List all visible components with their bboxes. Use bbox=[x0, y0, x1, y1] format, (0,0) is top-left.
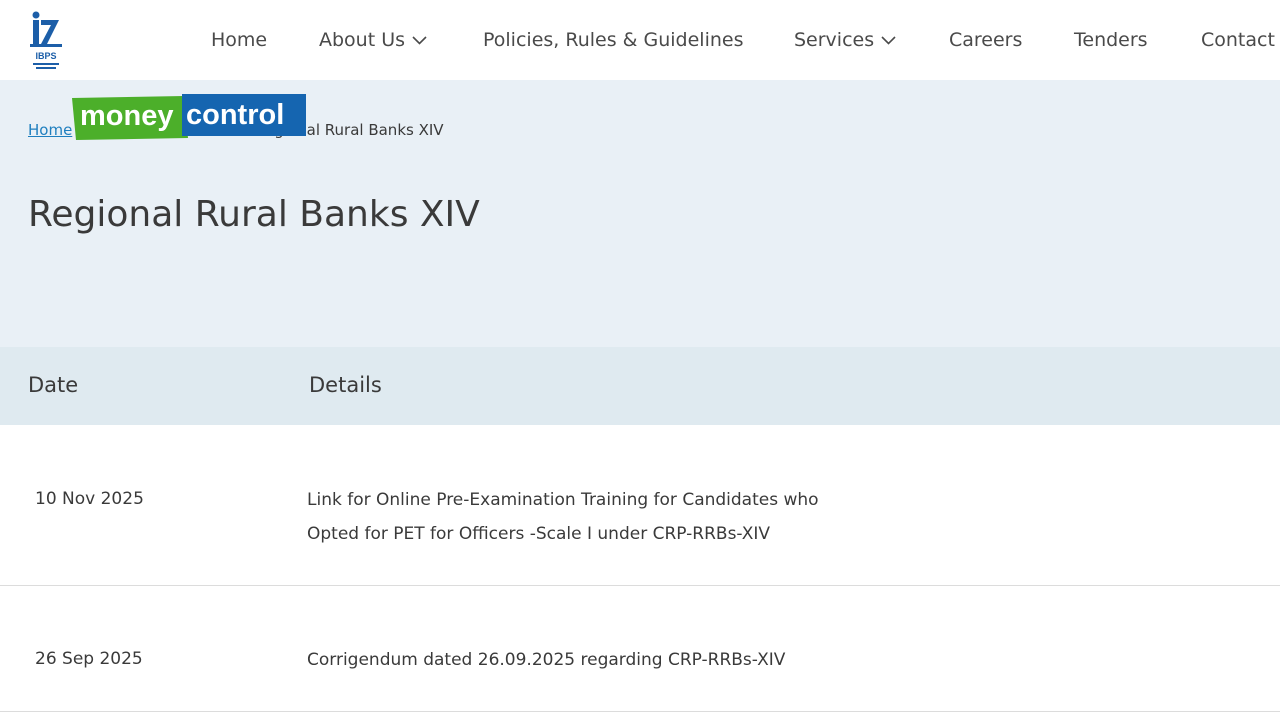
page-title: Regional Rural Banks XIV bbox=[28, 194, 480, 235]
row-date: 26 Sep 2025 bbox=[35, 649, 143, 669]
nav-label: Careers bbox=[949, 29, 1023, 51]
nav-about-us[interactable]: About Us bbox=[319, 28, 427, 52]
nav-careers[interactable]: Careers bbox=[949, 28, 1022, 52]
table-row: 26 Sep 2025 Corrigendum dated 26.09.2025… bbox=[0, 586, 1280, 712]
nav-home[interactable]: Home bbox=[211, 28, 267, 52]
row-details-link[interactable]: Corrigendum dated 26.09.2025 regarding C… bbox=[307, 643, 867, 677]
watermark-text-money: money bbox=[80, 100, 173, 132]
nav-label: Tenders bbox=[1074, 29, 1148, 51]
logo-text: IBPS bbox=[35, 51, 56, 61]
watermark-text-control: control bbox=[186, 99, 284, 131]
breadcrumb-home-link[interactable]: Home bbox=[28, 121, 72, 139]
nav-label: Services bbox=[794, 29, 875, 51]
nav-services[interactable]: Services bbox=[794, 28, 896, 52]
table-row: 10 Nov 2025 Link for Online Pre-Examinat… bbox=[0, 425, 1280, 586]
chevron-down-icon bbox=[881, 35, 896, 45]
nav-label: Contact bbox=[1201, 29, 1275, 51]
nav-label: Home bbox=[211, 29, 268, 51]
nav-policies[interactable]: Policies, Rules & Guidelines bbox=[483, 28, 744, 52]
column-header-details: Details bbox=[309, 373, 382, 397]
table-header bbox=[0, 347, 1280, 425]
nav-tenders[interactable]: Tenders bbox=[1074, 28, 1148, 52]
nav-label: Policies, Rules & Guidelines bbox=[483, 29, 744, 51]
column-header-date: Date bbox=[28, 373, 79, 397]
ibps-logo[interactable]: IBPS bbox=[28, 10, 64, 72]
row-details-link[interactable]: Link for Online Pre-Examination Training… bbox=[307, 483, 867, 551]
chevron-down-icon bbox=[412, 35, 427, 45]
nav-contact[interactable]: Contact bbox=[1201, 28, 1275, 52]
row-date: 10 Nov 2025 bbox=[35, 489, 144, 509]
site-header: IBPS Home About Us Policies, Rules & Gui… bbox=[0, 0, 1280, 80]
moneycontrol-watermark: money control bbox=[72, 94, 306, 140]
nav-label: About Us bbox=[319, 29, 406, 51]
